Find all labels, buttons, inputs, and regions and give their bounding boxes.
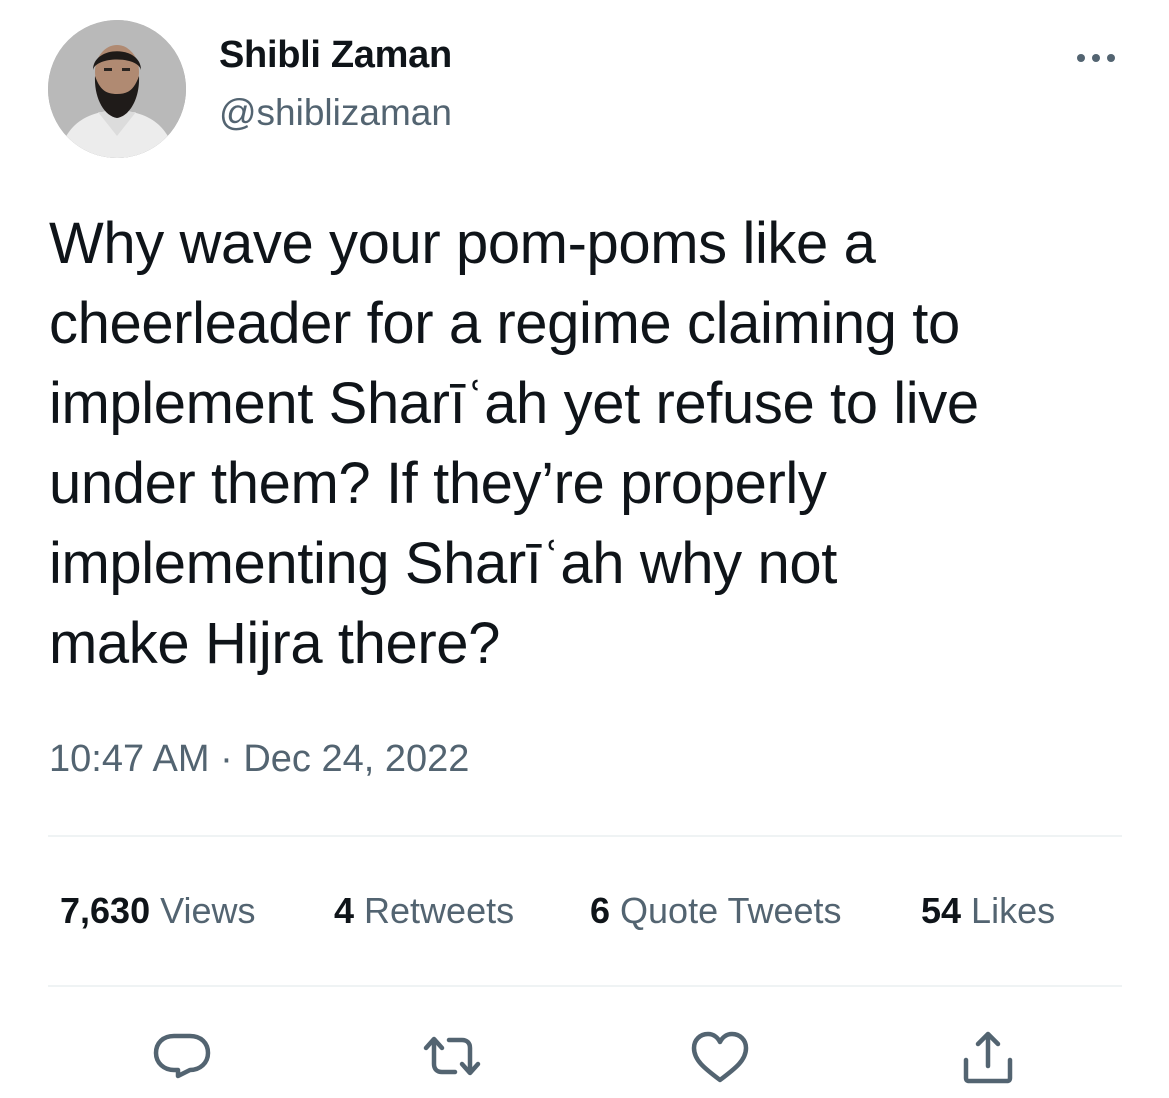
likes-label: Likes xyxy=(961,890,1056,931)
quote-tweets-count: 6 xyxy=(590,890,611,931)
retweets-label: Retweets xyxy=(354,890,515,931)
tweet-text-line: under them? If they’re properly xyxy=(49,451,827,516)
likes-count: 54 xyxy=(921,890,962,931)
retweets-stat[interactable]: 4 Retweets xyxy=(334,890,514,932)
reply-button[interactable] xyxy=(152,1030,212,1086)
share-icon xyxy=(963,1031,1013,1084)
tweet-text-line: implementing Sharīʿah why not xyxy=(49,531,837,596)
avatar[interactable] xyxy=(48,20,186,158)
tweet-text-line: make Hijra there? xyxy=(49,611,500,676)
display-name[interactable]: Shibli Zaman xyxy=(219,34,452,77)
tweet-date-link[interactable]: Dec 24, 2022 xyxy=(243,738,469,780)
views-count: 7,630 xyxy=(60,890,151,931)
tweet-time-link[interactable]: 10:47 AM xyxy=(49,738,210,780)
likes-stat[interactable]: 54 Likes xyxy=(921,890,1055,932)
retweet-icon xyxy=(423,1036,481,1076)
tweet-text-line: cheerleader for a regime claiming to xyxy=(49,291,960,356)
divider xyxy=(48,835,1122,837)
tweet-timestamp: 10:47 AM · Dec 24, 2022 xyxy=(49,738,469,781)
more-options-button[interactable] xyxy=(1072,44,1120,72)
views-stat[interactable]: 7,630 Views xyxy=(60,890,255,932)
avatar-portrait xyxy=(48,20,186,158)
more-horizontal-icon xyxy=(1077,54,1115,62)
tweet-text: Why wave your pom-poms like a cheerleade… xyxy=(49,204,1139,684)
timestamp-separator: · xyxy=(209,738,244,780)
heart-icon xyxy=(691,1031,749,1083)
quote-tweets-label: Quote Tweets xyxy=(610,890,842,931)
tweet-text-line: implement Sharīʿah yet refuse to live xyxy=(49,371,979,436)
reply-icon xyxy=(153,1033,211,1079)
divider xyxy=(48,985,1122,987)
quote-tweets-stat[interactable]: 6 Quote Tweets xyxy=(590,890,842,932)
share-button[interactable] xyxy=(958,1030,1018,1086)
like-button[interactable] xyxy=(690,1030,750,1086)
views-label: Views xyxy=(150,890,256,931)
user-handle[interactable]: @shiblizaman xyxy=(219,92,452,134)
retweet-button[interactable] xyxy=(422,1030,482,1086)
tweet-text-line: Why wave your pom-poms like a xyxy=(49,211,876,276)
retweets-count: 4 xyxy=(334,890,355,931)
